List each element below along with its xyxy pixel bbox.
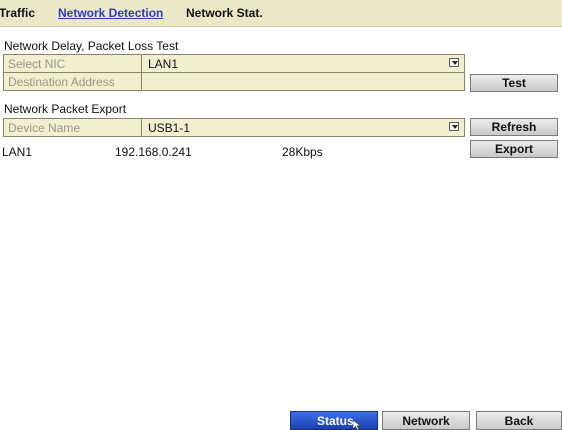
select-nic-value: LAN1 — [148, 57, 179, 71]
device-name-value: USB1-1 — [148, 121, 191, 135]
test-button[interactable]: Test — [470, 74, 558, 92]
cursor-icon — [353, 420, 361, 430]
tab-traffic[interactable]: Traffic — [0, 6, 35, 20]
network-button[interactable]: Network — [382, 411, 470, 430]
tab-network-stat[interactable]: Network Stat. — [186, 6, 263, 20]
back-button[interactable]: Back — [476, 411, 562, 430]
packet-export-title: Network Packet Export — [4, 102, 127, 116]
chevron-down-icon[interactable] — [449, 58, 459, 67]
delay-test-title: Network Delay, Packet Loss Test — [4, 39, 179, 53]
status-button-label: Status — [317, 413, 354, 428]
interface-ip: 192.168.0.241 — [115, 145, 192, 159]
destination-label: Destination Address — [8, 75, 115, 89]
interface-rate: 28Kbps — [282, 145, 323, 159]
tab-network-detection[interactable]: Network Detection — [58, 6, 163, 20]
select-nic-label: Select NIC — [8, 57, 66, 71]
packet-export-form: Device Name USB1-1 — [3, 118, 465, 137]
chevron-down-icon[interactable] — [449, 122, 459, 131]
status-button[interactable]: Status — [290, 411, 378, 430]
delay-test-form: Select NIC LAN1 Destination Address — [3, 54, 465, 91]
tab-bar: Traffic Network Detection Network Stat. — [0, 0, 562, 27]
interface-name: LAN1 — [2, 145, 33, 159]
device-name-row: Device Name USB1-1 — [4, 119, 464, 136]
destination-address-input[interactable] — [141, 73, 465, 90]
device-name-label: Device Name — [8, 121, 81, 135]
device-name-dropdown[interactable]: USB1-1 — [141, 119, 465, 136]
export-button[interactable]: Export — [470, 140, 558, 158]
select-nic-dropdown[interactable]: LAN1 — [141, 55, 465, 72]
select-nic-row: Select NIC LAN1 — [4, 55, 464, 72]
destination-row: Destination Address — [4, 72, 464, 90]
refresh-button[interactable]: Refresh — [470, 118, 558, 136]
